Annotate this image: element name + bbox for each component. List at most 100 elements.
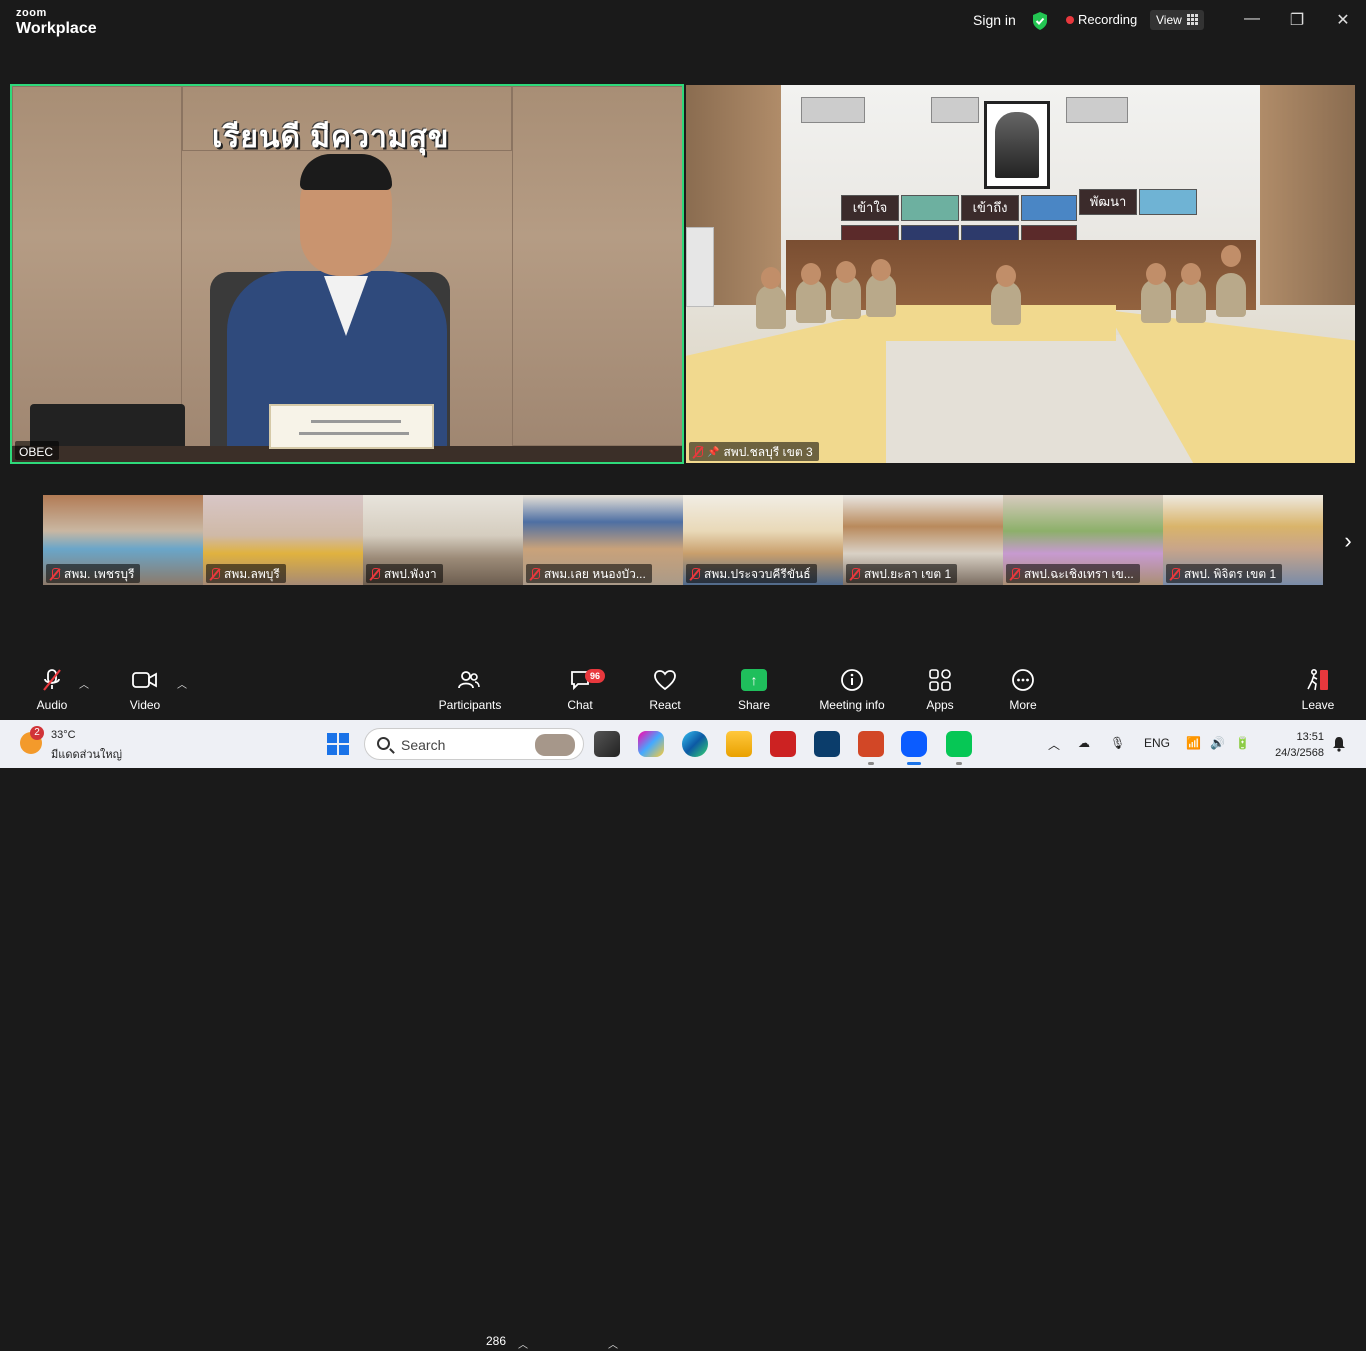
wifi-icon[interactable]: 📶 — [1186, 736, 1201, 750]
filmstrip: สพม. เพชรบุรี สพม.ลพบุรี สพป.พังงา สพม.เ… — [43, 495, 1323, 585]
filmstrip-tile[interactable]: สพป. พิจิตร เขต 1 — [1163, 495, 1323, 585]
participants-button[interactable]: Participants — [437, 666, 503, 712]
poster-2: เข้าถึง — [961, 195, 1019, 221]
mic-muted-icon — [850, 568, 860, 581]
filmstrip-tile[interactable]: สพม. เพชรบุรี — [43, 495, 203, 585]
clock-date: 24/3/2568 — [1275, 747, 1324, 759]
participant-name: สพม.ประจวบคีรีขันธ์ — [704, 567, 811, 581]
chat-label: Chat — [567, 698, 593, 712]
video-label: Video — [129, 698, 161, 712]
line-app-icon[interactable] — [946, 731, 972, 765]
zoom-logo: zoom Workplace — [16, 8, 97, 37]
recording-dot-icon — [1066, 16, 1074, 24]
portrait-frame — [984, 101, 1050, 189]
more-label: More — [1009, 698, 1037, 712]
volume-icon[interactable]: 🔊 — [1210, 736, 1225, 750]
taskbar-clock[interactable]: 13:51 24/3/2568 — [1268, 729, 1324, 761]
weather-description[interactable]: มีแดดส่วนใหญ่ — [51, 745, 122, 763]
file-explorer-icon[interactable] — [726, 731, 752, 757]
mic-muted-icon — [43, 669, 61, 691]
video-options-chevron-icon[interactable]: ︿ — [177, 676, 187, 691]
filmstrip-tile[interactable]: สพม.ประจวบคีรีขันธ์ — [683, 495, 843, 585]
mic-muted-icon — [370, 568, 380, 581]
weather-alert-badge: 2 — [30, 726, 44, 740]
leave-door-icon — [1307, 668, 1328, 691]
chat-options-chevron-icon[interactable]: ︿ — [608, 1336, 618, 1351]
temperature[interactable]: 33°C — [51, 729, 76, 741]
share-arrow-icon: ↑ — [741, 669, 767, 691]
participant-name: สพป.พังงา — [384, 567, 437, 581]
video-tile-active-speaker[interactable]: เรียนดี มีความสุข OBEC — [10, 84, 684, 464]
filmstrip-tile[interactable]: สพม.เลย หนองบัว... — [523, 495, 683, 585]
show-hidden-icons-chevron-icon[interactable]: ︿ — [1048, 736, 1060, 753]
zoom-app-icon[interactable] — [901, 731, 927, 765]
pin-icon: 📌 — [707, 447, 720, 458]
video-camera-icon — [132, 672, 157, 688]
restore-button[interactable]: ❐ — [1285, 10, 1309, 30]
powerpoint-icon[interactable] — [858, 731, 884, 765]
react-label: React — [649, 698, 681, 712]
poster-3: พัฒนา — [1079, 189, 1137, 215]
participants-options-chevron-icon[interactable]: ︿ — [518, 1336, 528, 1351]
leave-button[interactable]: Leave — [1299, 666, 1337, 712]
taskbar-search-box[interactable]: Search — [364, 728, 584, 760]
video-button[interactable]: Video — [127, 666, 163, 712]
sign-in-link[interactable]: Sign in — [973, 12, 1016, 28]
battery-icon[interactable]: 🔋 — [1235, 736, 1250, 750]
microphone-tray-icon[interactable]: 🎙 — [1110, 736, 1125, 750]
notification-bell-icon[interactable] — [1332, 736, 1346, 752]
task-view-icon[interactable] — [594, 731, 620, 757]
participant-name: สพป. พิจิตร เขต 1 — [1184, 567, 1277, 581]
input-language[interactable]: ENG — [1144, 736, 1170, 750]
screen-recorder-icon[interactable] — [770, 731, 796, 757]
windows-start-icon[interactable] — [327, 733, 349, 755]
mic-muted-icon — [1010, 568, 1020, 581]
participants-count: 286 — [486, 1334, 507, 1348]
view-button[interactable]: View — [1150, 10, 1204, 30]
participant-name: สพป.ยะลา เขต 1 — [864, 567, 952, 581]
participant-name: สพป.ชลบุรี เขต 3 — [723, 445, 813, 459]
filmstrip-tile[interactable]: สพป.ยะลา เขต 1 — [843, 495, 1003, 585]
security-app-icon[interactable] — [814, 731, 840, 757]
filmstrip-tile[interactable]: สพม.ลพบุรี — [203, 495, 363, 585]
apps-button[interactable]: Apps — [922, 666, 958, 712]
air-conditioner — [686, 227, 714, 307]
mic-muted-icon — [690, 568, 700, 581]
react-button[interactable]: React — [645, 666, 685, 712]
filmstrip-next-icon[interactable]: › — [1338, 528, 1358, 553]
leave-label: Leave — [1301, 698, 1335, 712]
grid-icon — [1187, 14, 1198, 25]
audio-options-chevron-icon[interactable]: ︿ — [79, 676, 89, 691]
copilot-icon[interactable] — [638, 731, 664, 757]
minimize-button[interactable]: — — [1240, 10, 1264, 30]
edge-browser-icon[interactable] — [682, 731, 708, 757]
filmstrip-tile[interactable]: สพป.พังงา — [363, 495, 523, 585]
participant-name: สพป.ฉะเชิงเทรา เข... — [1024, 567, 1134, 581]
meeting-info-label: Meeting info — [819, 698, 885, 712]
participant-name: สพม.ลพบุรี — [224, 567, 280, 581]
share-label: Share — [737, 698, 771, 712]
audio-button[interactable]: Audio — [34, 666, 70, 712]
participants-icon — [458, 671, 480, 689]
meeting-info-button[interactable]: Meeting info — [816, 666, 888, 712]
share-button[interactable]: ↑ Share — [734, 666, 774, 712]
heart-icon — [654, 670, 676, 691]
mic-muted-icon — [50, 568, 60, 581]
recording-status[interactable]: Recording — [1078, 12, 1137, 27]
more-dots-icon — [1012, 669, 1034, 691]
windows-taskbar: 2 33°C มีแดดส่วนใหญ่ Search ︿ ☁ 🎙 ENG 📶 … — [0, 720, 1366, 768]
close-button[interactable]: ✕ — [1331, 10, 1355, 30]
more-button[interactable]: More — [1004, 666, 1042, 712]
search-icon — [377, 737, 390, 750]
chat-unread-badge: 96 — [585, 669, 605, 683]
video-tile-participant[interactable]: เข้าใจ เข้าถึง พัฒนา 📌 สพป.ชลบุรี เขต 3 — [686, 85, 1355, 463]
participant-name-label: 📌 สพป.ชลบุรี เขต 3 — [689, 442, 819, 461]
cloud-offline-icon[interactable]: ☁ — [1078, 736, 1090, 750]
encryption-shield-icon[interactable] — [1031, 11, 1049, 31]
title-bar: zoom Workplace Sign in Recording View — … — [0, 0, 1366, 44]
participant-name: OBEC — [19, 444, 54, 459]
logo-line2: Workplace — [16, 20, 97, 37]
nameplate — [269, 404, 434, 449]
filmstrip-tile[interactable]: สพป.ฉะเชิงเทรา เข... — [1003, 495, 1163, 585]
mic-muted-icon — [210, 568, 220, 581]
